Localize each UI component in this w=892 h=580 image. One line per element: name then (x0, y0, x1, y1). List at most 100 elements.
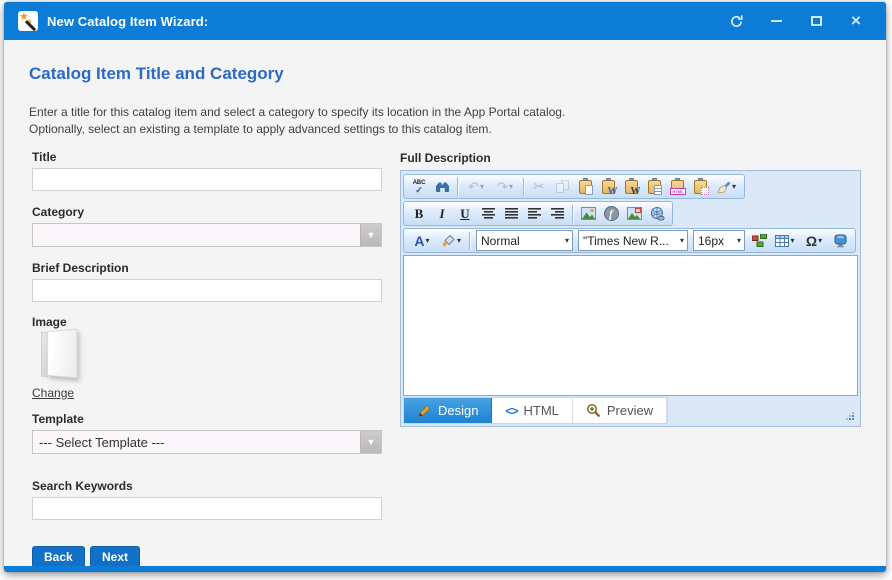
paste-from-word-icon[interactable]: W (597, 176, 619, 197)
chevron-down-icon: ▾ (790, 236, 794, 245)
category-dropdown-arrow-icon[interactable]: ▼ (360, 224, 381, 246)
paste-icon[interactable] (574, 176, 596, 197)
copy-icon (551, 176, 573, 197)
image-manager-icon[interactable] (577, 203, 599, 224)
cut-icon: ✂ (528, 176, 550, 197)
paste-icon-glyph (579, 180, 592, 194)
search-keywords-label: Search Keywords (32, 479, 133, 493)
font-combo-value: "Times New R... (579, 234, 680, 248)
media-manager-icon-glyph (833, 234, 848, 248)
paste-from-word-icon-glyph: W (602, 180, 615, 194)
toolbar-separator (523, 178, 524, 196)
underline-icon[interactable]: U (454, 203, 476, 224)
chevron-down-icon: ▾ (480, 182, 484, 191)
align-left-icon-glyph (528, 208, 541, 219)
style-combo[interactable]: Normal▾ (476, 230, 573, 251)
tab-preview[interactable]: Preview (573, 398, 667, 423)
toolbar-separator (457, 178, 458, 196)
title-input[interactable] (32, 168, 382, 191)
paste-plain-text-icon[interactable] (643, 176, 665, 197)
editor-toolbar-row-1: ABC✓↶▾↷▾✂WWHTML▾ (403, 173, 858, 200)
search-keywords-input[interactable] (32, 497, 382, 520)
chevron-down-icon: ▾ (565, 236, 572, 245)
brief-description-label: Brief Description (32, 261, 129, 275)
toolbar-separator (572, 205, 573, 223)
template-dropdown-arrow-icon[interactable]: ▼ (360, 431, 381, 453)
font-combo[interactable]: "Times New R...▾ (578, 230, 688, 251)
hyperlink-manager-icon-glyph (650, 207, 665, 221)
category-label: Category (32, 205, 84, 219)
bold-icon[interactable]: B (408, 203, 430, 224)
size-combo-value: 16px (694, 234, 737, 248)
chevron-down-icon: ▾ (818, 236, 822, 245)
tab-design[interactable]: Design (404, 398, 492, 423)
size-combo[interactable]: 16px▾ (693, 230, 745, 251)
window-bottom-border (4, 566, 886, 572)
symbol-icon[interactable]: Ω▾ (800, 230, 828, 251)
window-controls: × (728, 13, 872, 29)
refresh-icon[interactable] (728, 13, 744, 29)
background-color-icon-glyph (441, 234, 456, 247)
cut-icon-glyph: ✂ (533, 180, 545, 193)
paste-special-icon[interactable] (689, 176, 711, 197)
description-line-2: Optionally, select an existing a templat… (29, 121, 565, 138)
page-description: Enter a title for this catalog item and … (29, 104, 565, 138)
resize-grip[interactable] (844, 410, 854, 420)
minimize-icon[interactable] (768, 13, 784, 29)
chevron-down-icon: ▾ (680, 236, 687, 245)
maximize-icon[interactable] (808, 13, 824, 29)
blocks-icon[interactable] (748, 230, 770, 251)
hyperlink-manager-icon[interactable] (646, 203, 668, 224)
align-right-icon-glyph (551, 208, 564, 219)
tab-label: Preview (607, 403, 653, 418)
category-dropdown[interactable]: ▼ (32, 223, 382, 247)
new-catalog-item-wizard-dialog: ★ ★ New Catalog Item Wizard: × Catalog I… (4, 2, 886, 572)
window-title: New Catalog Item Wizard: (47, 14, 208, 29)
image-label: Image (32, 315, 67, 329)
italic-icon-glyph: I (439, 206, 444, 222)
align-justify-icon-glyph (505, 208, 518, 219)
background-color-icon[interactable]: ▾ (437, 230, 465, 251)
code-icon: <> (505, 404, 517, 418)
back-button[interactable]: Back (32, 546, 85, 568)
pencil-icon (417, 404, 432, 418)
brief-description-input[interactable] (32, 279, 382, 302)
align-center-icon[interactable] (477, 203, 499, 224)
align-center-icon-glyph (482, 208, 495, 219)
template-dropdown[interactable]: --- Select Template --- ▼ (32, 430, 382, 454)
editor-toolbar-row-2: BIUf (403, 200, 858, 227)
titlebar: ★ ★ New Catalog Item Wizard: × (4, 2, 886, 40)
flash-manager-icon[interactable]: f (600, 203, 622, 224)
italic-icon[interactable]: I (431, 203, 453, 224)
image-map-icon[interactable] (623, 203, 645, 224)
title-label: Title (32, 150, 56, 164)
format-stripper-icon[interactable]: ▾ (712, 176, 740, 197)
undo-icon-glyph: ↶ (468, 180, 479, 193)
find-icon-glyph (435, 181, 450, 193)
align-right-icon[interactable] (546, 203, 568, 224)
chevron-down-icon: ▾ (457, 236, 461, 245)
template-selected-value: --- Select Template --- (33, 435, 360, 450)
align-justify-icon[interactable] (500, 203, 522, 224)
symbol-icon-glyph: Ω (806, 234, 817, 248)
paste-from-word-nofont-icon[interactable]: W (620, 176, 642, 197)
spellcheck-icon[interactable]: ABC✓ (408, 176, 430, 197)
template-label: Template (32, 412, 84, 426)
font-color-icon[interactable]: A▾ (408, 230, 436, 251)
table-icon[interactable]: ▾ (771, 230, 799, 251)
paste-as-html-icon[interactable]: HTML (666, 176, 688, 197)
tab-html[interactable]: <> HTML (492, 398, 572, 423)
next-button[interactable]: Next (90, 546, 140, 568)
catalog-item-image (38, 329, 84, 381)
align-left-icon[interactable] (523, 203, 545, 224)
editor-content-area[interactable] (403, 255, 858, 396)
media-manager-icon[interactable] (829, 230, 851, 251)
find-icon[interactable] (431, 176, 453, 197)
change-image-link[interactable]: Change (32, 386, 74, 400)
chevron-down-icon: ▾ (737, 236, 744, 245)
close-icon[interactable]: × (848, 13, 864, 29)
tab-label: HTML (523, 403, 558, 418)
editor-toolbar-row-3: A▾▾Normal▾"Times New R...▾16px▾▾Ω▾ (403, 227, 858, 254)
image-manager-icon-glyph (581, 207, 596, 220)
chevron-down-icon: ▾ (732, 182, 736, 191)
